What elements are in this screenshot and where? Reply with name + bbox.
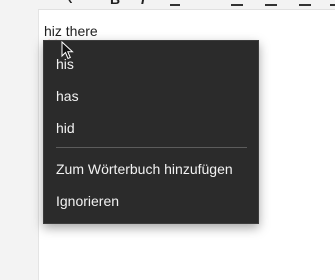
align-center-icon[interactable] bbox=[265, 4, 277, 6]
align-right-icon[interactable] bbox=[299, 4, 311, 6]
chevron-icon[interactable]: ‹ bbox=[68, 0, 73, 7]
spellcheck-context-menu: his has hid Zum Wörterbuch hinzufügen Ig… bbox=[43, 40, 259, 224]
menu-separator bbox=[56, 147, 247, 148]
mouse-pointer-icon bbox=[61, 41, 74, 60]
align-justify-icon[interactable] bbox=[330, 4, 335, 6]
italic-button[interactable]: I bbox=[141, 0, 145, 7]
bold-button[interactable]: B bbox=[110, 0, 120, 7]
suggestion-his[interactable]: his bbox=[44, 49, 258, 79]
formatting-toolbar: ‹ B I bbox=[38, 0, 335, 10]
suggestion-hid[interactable]: hid bbox=[44, 113, 258, 143]
ignore-item[interactable]: Ignorieren bbox=[44, 186, 258, 216]
align-left-icon[interactable] bbox=[231, 4, 243, 6]
left-margin-panel bbox=[0, 0, 39, 280]
document-text[interactable]: hiz there bbox=[44, 22, 98, 40]
underline-icon[interactable] bbox=[170, 4, 180, 6]
editor-window: ‹ B I hiz there his has hid Zum Wörterbu… bbox=[0, 0, 335, 280]
misspelled-word[interactable]: hiz bbox=[44, 23, 62, 39]
text-run: there bbox=[61, 23, 98, 39]
suggestion-has[interactable]: has bbox=[44, 81, 258, 111]
add-to-dictionary-item[interactable]: Zum Wörterbuch hinzufügen bbox=[44, 154, 258, 184]
